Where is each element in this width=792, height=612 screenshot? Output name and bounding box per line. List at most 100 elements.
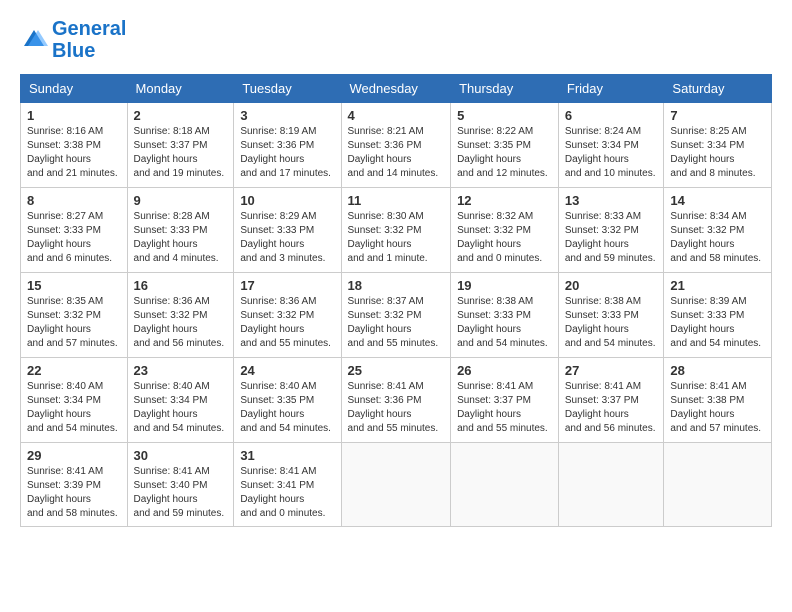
calendar-day-cell bbox=[558, 443, 664, 527]
day-info: Sunrise: 8:28 AMSunset: 3:33 PMDaylight … bbox=[134, 210, 228, 266]
calendar-day-cell: 7 Sunrise: 8:25 AMSunset: 3:34 PMDaylight… bbox=[664, 103, 772, 188]
calendar-day-cell: 31Sunrise: 8:41 AMSunset: 3:41 PMDayligh… bbox=[234, 443, 341, 527]
logo-text: General Blue bbox=[52, 18, 126, 62]
day-info: Sunrise: 8:16 AMSunset: 3:38 PMDaylight … bbox=[27, 125, 121, 181]
day-info: Sunrise: 8:25 AMSunset: 3:34 PMDaylight … bbox=[670, 125, 765, 181]
day-number: 25 bbox=[348, 363, 445, 378]
calendar-week-row: 15 Sunrise: 8:35 AMSunset: 3:32 PMDayligh… bbox=[21, 273, 772, 358]
day-info: Sunrise: 8:40 AMSunset: 3:35 PMDaylight … bbox=[240, 380, 334, 436]
calendar-table: SundayMondayTuesdayWednesdayThursdayFrid… bbox=[20, 74, 772, 527]
calendar-day-cell: 8 Sunrise: 8:27 AMSunset: 3:33 PMDaylight… bbox=[21, 188, 128, 273]
day-info: Sunrise: 8:24 AMSunset: 3:34 PMDaylight … bbox=[565, 125, 658, 181]
day-number: 24 bbox=[240, 363, 334, 378]
logo-icon bbox=[20, 26, 48, 54]
calendar-day-cell: 20Sunrise: 8:38 AMSunset: 3:33 PMDayligh… bbox=[558, 273, 664, 358]
calendar-day-cell bbox=[451, 443, 559, 527]
day-of-week-header: Saturday bbox=[664, 75, 772, 103]
day-number: 21 bbox=[670, 278, 765, 293]
day-number: 27 bbox=[565, 363, 658, 378]
calendar-header-row: SundayMondayTuesdayWednesdayThursdayFrid… bbox=[21, 75, 772, 103]
day-info: Sunrise: 8:22 AMSunset: 3:35 PMDaylight … bbox=[457, 125, 552, 181]
day-number: 20 bbox=[565, 278, 658, 293]
calendar-day-cell: 26 Sunrise: 8:41 AMSunset: 3:37 PMDayligh… bbox=[451, 358, 559, 443]
day-of-week-header: Sunday bbox=[21, 75, 128, 103]
day-number: 3 bbox=[240, 108, 334, 123]
day-info: Sunrise: 8:41 AMSunset: 3:39 PMDaylight … bbox=[27, 465, 121, 521]
logo: General Blue bbox=[20, 18, 126, 62]
calendar-day-cell bbox=[664, 443, 772, 527]
day-info: Sunrise: 8:36 AMSunset: 3:32 PMDaylight … bbox=[134, 295, 228, 351]
calendar-week-row: 1 Sunrise: 8:16 AMSunset: 3:38 PMDaylight… bbox=[21, 103, 772, 188]
day-info: Sunrise: 8:40 AMSunset: 3:34 PMDaylight … bbox=[134, 380, 228, 436]
calendar-day-cell: 30 Sunrise: 8:41 AMSunset: 3:40 PMDayligh… bbox=[127, 443, 234, 527]
day-number: 6 bbox=[565, 108, 658, 123]
day-info: Sunrise: 8:29 AMSunset: 3:33 PMDaylight … bbox=[240, 210, 334, 266]
day-info: Sunrise: 8:18 AMSunset: 3:37 PMDaylight … bbox=[134, 125, 228, 181]
calendar-day-cell: 15 Sunrise: 8:35 AMSunset: 3:32 PMDayligh… bbox=[21, 273, 128, 358]
day-info: Sunrise: 8:39 AMSunset: 3:33 PMDaylight … bbox=[670, 295, 765, 351]
calendar-day-cell: 3 Sunrise: 8:19 AMSunset: 3:36 PMDaylight… bbox=[234, 103, 341, 188]
day-number: 22 bbox=[27, 363, 121, 378]
day-info: Sunrise: 8:41 AMSunset: 3:37 PMDaylight … bbox=[457, 380, 552, 436]
calendar-day-cell bbox=[341, 443, 451, 527]
day-info: Sunrise: 8:27 AMSunset: 3:33 PMDaylight … bbox=[27, 210, 121, 266]
day-number: 2 bbox=[134, 108, 228, 123]
calendar-day-cell: 27 Sunrise: 8:41 AMSunset: 3:37 PMDayligh… bbox=[558, 358, 664, 443]
calendar-day-cell: 29 Sunrise: 8:41 AMSunset: 3:39 PMDayligh… bbox=[21, 443, 128, 527]
day-number: 31 bbox=[240, 448, 334, 463]
day-number: 19 bbox=[457, 278, 552, 293]
calendar-page: General Blue SundayMondayTuesdayWednesda… bbox=[0, 0, 792, 537]
day-number: 12 bbox=[457, 193, 552, 208]
day-number: 8 bbox=[27, 193, 121, 208]
day-number: 29 bbox=[27, 448, 121, 463]
day-number: 10 bbox=[240, 193, 334, 208]
day-of-week-header: Thursday bbox=[451, 75, 559, 103]
calendar-day-cell: 23Sunrise: 8:40 AMSunset: 3:34 PMDayligh… bbox=[127, 358, 234, 443]
day-of-week-header: Wednesday bbox=[341, 75, 451, 103]
day-number: 15 bbox=[27, 278, 121, 293]
day-info: Sunrise: 8:34 AMSunset: 3:32 PMDaylight … bbox=[670, 210, 765, 266]
day-number: 17 bbox=[240, 278, 334, 293]
day-info: Sunrise: 8:38 AMSunset: 3:33 PMDaylight … bbox=[457, 295, 552, 351]
day-number: 28 bbox=[670, 363, 765, 378]
calendar-day-cell: 19 Sunrise: 8:38 AMSunset: 3:33 PMDayligh… bbox=[451, 273, 559, 358]
day-info: Sunrise: 8:36 AMSunset: 3:32 PMDaylight … bbox=[240, 295, 334, 351]
calendar-day-cell: 24 Sunrise: 8:40 AMSunset: 3:35 PMDayligh… bbox=[234, 358, 341, 443]
day-number: 1 bbox=[27, 108, 121, 123]
day-info: Sunrise: 8:35 AMSunset: 3:32 PMDaylight … bbox=[27, 295, 121, 351]
calendar-day-cell: 16Sunrise: 8:36 AMSunset: 3:32 PMDayligh… bbox=[127, 273, 234, 358]
day-number: 13 bbox=[565, 193, 658, 208]
day-of-week-header: Friday bbox=[558, 75, 664, 103]
day-info: Sunrise: 8:19 AMSunset: 3:36 PMDaylight … bbox=[240, 125, 334, 181]
day-of-week-header: Monday bbox=[127, 75, 234, 103]
day-number: 11 bbox=[348, 193, 445, 208]
calendar-week-row: 8 Sunrise: 8:27 AMSunset: 3:33 PMDaylight… bbox=[21, 188, 772, 273]
day-info: Sunrise: 8:33 AMSunset: 3:32 PMDaylight … bbox=[565, 210, 658, 266]
calendar-day-cell: 12 Sunrise: 8:32 AMSunset: 3:32 PMDayligh… bbox=[451, 188, 559, 273]
calendar-day-cell: 17 Sunrise: 8:36 AMSunset: 3:32 PMDayligh… bbox=[234, 273, 341, 358]
day-info: Sunrise: 8:21 AMSunset: 3:36 PMDaylight … bbox=[348, 125, 445, 181]
day-number: 9 bbox=[134, 193, 228, 208]
calendar-day-cell: 6 Sunrise: 8:24 AMSunset: 3:34 PMDaylight… bbox=[558, 103, 664, 188]
day-number: 26 bbox=[457, 363, 552, 378]
calendar-day-cell: 1 Sunrise: 8:16 AMSunset: 3:38 PMDaylight… bbox=[21, 103, 128, 188]
day-info: Sunrise: 8:41 AMSunset: 3:37 PMDaylight … bbox=[565, 380, 658, 436]
calendar-day-cell: 21 Sunrise: 8:39 AMSunset: 3:33 PMDayligh… bbox=[664, 273, 772, 358]
calendar-day-cell: 11Sunrise: 8:30 AMSunset: 3:32 PMDayligh… bbox=[341, 188, 451, 273]
day-number: 30 bbox=[134, 448, 228, 463]
day-info: Sunrise: 8:40 AMSunset: 3:34 PMDaylight … bbox=[27, 380, 121, 436]
day-info: Sunrise: 8:32 AMSunset: 3:32 PMDaylight … bbox=[457, 210, 552, 266]
calendar-week-row: 22 Sunrise: 8:40 AMSunset: 3:34 PMDayligh… bbox=[21, 358, 772, 443]
calendar-day-cell: 22 Sunrise: 8:40 AMSunset: 3:34 PMDayligh… bbox=[21, 358, 128, 443]
calendar-day-cell: 14 Sunrise: 8:34 AMSunset: 3:32 PMDayligh… bbox=[664, 188, 772, 273]
calendar-day-cell: 18Sunrise: 8:37 AMSunset: 3:32 PMDayligh… bbox=[341, 273, 451, 358]
calendar-day-cell: 28Sunrise: 8:41 AMSunset: 3:38 PMDayligh… bbox=[664, 358, 772, 443]
day-number: 14 bbox=[670, 193, 765, 208]
calendar-day-cell: 13 Sunrise: 8:33 AMSunset: 3:32 PMDayligh… bbox=[558, 188, 664, 273]
day-of-week-header: Tuesday bbox=[234, 75, 341, 103]
day-number: 5 bbox=[457, 108, 552, 123]
day-number: 7 bbox=[670, 108, 765, 123]
page-header: General Blue bbox=[20, 18, 772, 62]
day-info: Sunrise: 8:41 AMSunset: 3:40 PMDaylight … bbox=[134, 465, 228, 521]
calendar-day-cell: 2 Sunrise: 8:18 AMSunset: 3:37 PMDaylight… bbox=[127, 103, 234, 188]
